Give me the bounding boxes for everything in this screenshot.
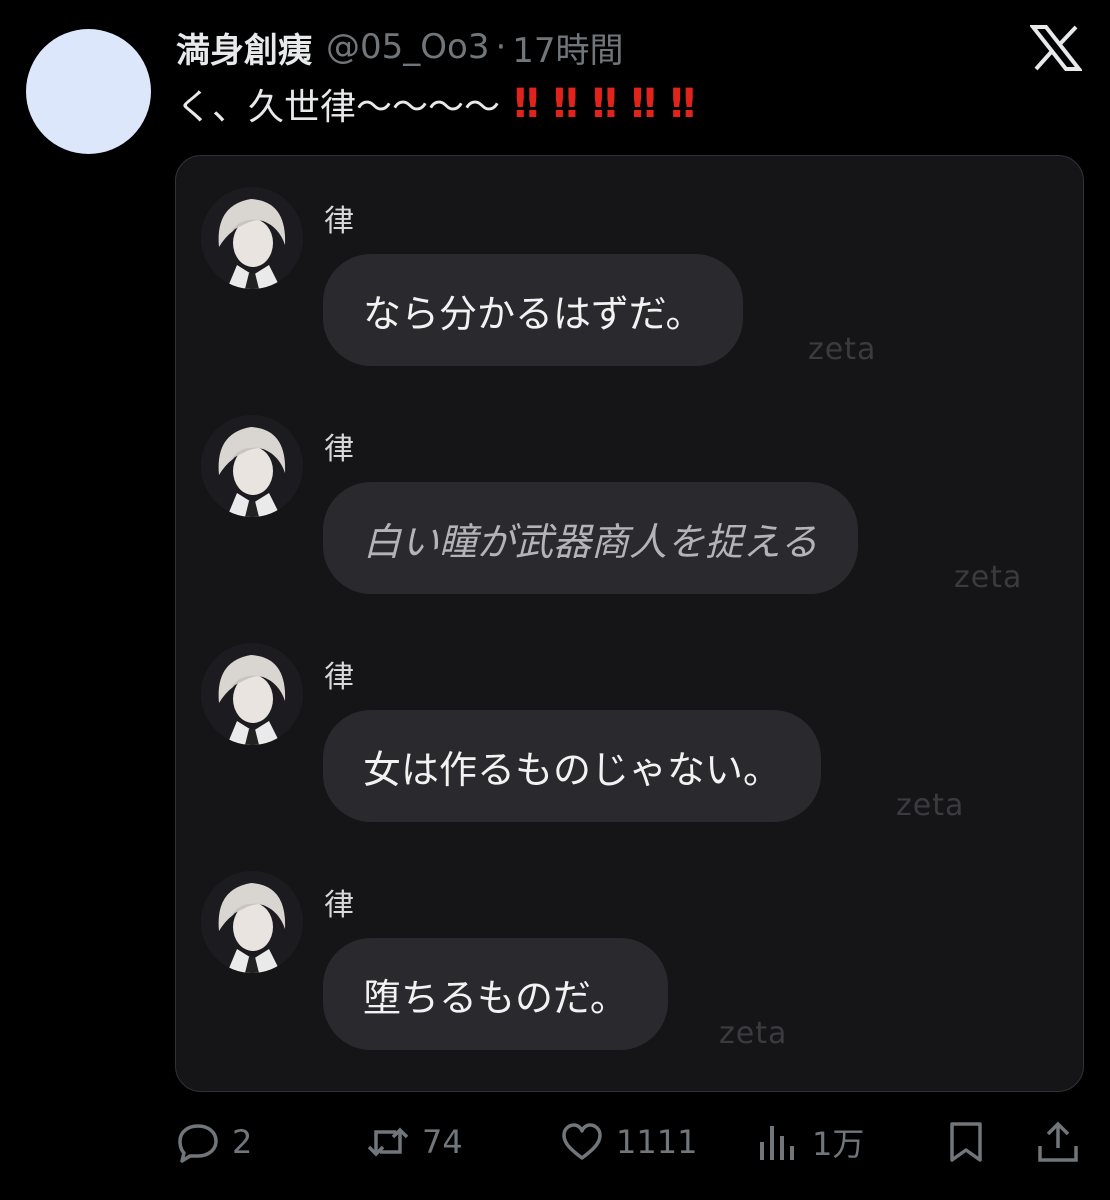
share-icon — [1038, 1121, 1078, 1162]
watermark: zeta — [808, 332, 877, 367]
tweet-text: く、久世律〜〜〜〜 ‼ ‼ ‼ ‼ ‼ — [176, 78, 709, 130]
double-exclamation-icon: ‼ — [631, 81, 656, 127]
character-avatar — [201, 415, 303, 517]
views-button[interactable]: 1万 — [756, 1110, 864, 1174]
character-name: 律 — [324, 660, 354, 695]
like-count: 1111 — [616, 1123, 698, 1161]
reply-icon — [178, 1124, 218, 1163]
character-avatar — [201, 187, 303, 289]
message-bubble: なら分かるはずだ。 — [323, 254, 744, 366]
emphasis-marks: ‼ ‼ ‼ ‼ ‼ — [514, 81, 709, 127]
timestamp[interactable]: 17時間 — [512, 23, 623, 72]
views-count: 1万 — [812, 1125, 865, 1163]
like-icon — [562, 1123, 602, 1160]
retweet-button[interactable]: 74 — [366, 1110, 463, 1174]
reply-count: 2 — [232, 1123, 253, 1161]
watermark: zeta — [719, 1016, 788, 1051]
separator: · — [495, 27, 507, 67]
character-name: 律 — [324, 204, 354, 239]
tweet-actions: 2 74 1111 1万 — [0, 1110, 1110, 1174]
message-bubble: 女は作るものじゃない。 — [323, 710, 822, 822]
character-name: 律 — [324, 888, 354, 923]
x-logo-icon — [1030, 25, 1082, 71]
double-exclamation-icon: ‼ — [670, 81, 695, 127]
media-image[interactable]: 律 なら分かるはずだ。 zeta 律 白い瞳が武器商人を捉える zeta 律 女… — [175, 155, 1084, 1092]
tweet-text-body: く、久世律〜〜〜〜 — [176, 87, 501, 128]
bookmark-icon — [950, 1122, 982, 1162]
share-button[interactable] — [1036, 1110, 1080, 1174]
watermark: zeta — [896, 788, 965, 823]
character-name: 律 — [324, 432, 354, 467]
double-exclamation-icon: ‼ — [592, 81, 617, 127]
tweet-header: 満身創痍 @05_Oo3 · 17時間 — [176, 22, 624, 72]
character-portrait-icon — [201, 415, 303, 517]
retweet-count: 74 — [422, 1123, 463, 1161]
double-exclamation-icon: ‼ — [514, 81, 539, 127]
bookmark-button[interactable] — [944, 1110, 988, 1174]
double-exclamation-icon: ‼ — [553, 81, 578, 127]
character-portrait-icon — [201, 643, 303, 745]
handle[interactable]: @05_Oo3 — [326, 27, 489, 67]
author-avatar[interactable] — [26, 29, 151, 154]
retweet-icon — [367, 1127, 409, 1157]
character-portrait-icon — [201, 871, 303, 973]
character-avatar — [201, 871, 303, 973]
character-portrait-icon — [201, 187, 303, 289]
message-bubble: 堕ちるものだ。 — [323, 938, 668, 1050]
watermark: zeta — [954, 560, 1023, 595]
like-button[interactable]: 1111 — [560, 1110, 697, 1174]
reply-button[interactable]: 2 — [176, 1110, 252, 1174]
display-name[interactable]: 満身創痍 — [176, 23, 312, 72]
character-avatar — [201, 643, 303, 745]
views-icon — [760, 1126, 794, 1160]
message-bubble: 白い瞳が武器商人を捉える — [323, 482, 858, 594]
